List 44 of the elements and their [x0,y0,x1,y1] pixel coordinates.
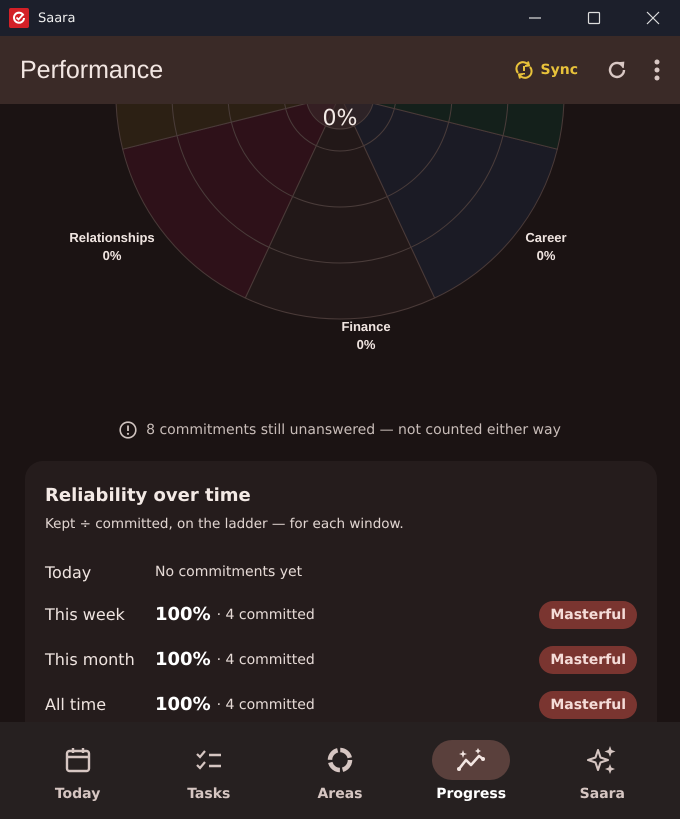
calendar-icon [64,746,92,774]
area-name: Finance [341,319,391,334]
committed-count: · 4 committed [216,696,315,712]
more-options-icon[interactable] [654,59,660,81]
trend-sparkle-icon [456,747,486,773]
area-name: Career [525,230,567,245]
close-icon[interactable] [646,11,660,25]
alert-icon [119,421,138,439]
sparkles-icon [587,745,618,775]
area-percent: 0% [356,337,376,352]
empty-text: No commitments yet [155,564,302,580]
percent-value: 100% [155,604,211,625]
area-percent: 0% [536,248,556,263]
refresh-icon[interactable] [606,59,628,81]
card-subtitle: Kept ÷ committed, on the ladder — for each window. [45,516,405,532]
nav-tab[interactable]: Saara [547,740,658,803]
percent-value: 100% [155,649,211,670]
area-name: Relationships [69,230,155,245]
period-label: This month [45,650,136,669]
committed-count: · 4 committed [216,606,315,622]
nav-tab[interactable]: Today [22,740,133,803]
app-logo-icon [9,8,29,28]
sync-icon [514,61,534,79]
rating-badge: Masterful [539,600,637,628]
chart-center-value: 0% [322,108,358,130]
card-title: Reliability over time [45,485,252,506]
percent-value: 100% [155,694,211,715]
rating-badge: Masterful [539,646,637,674]
committed-count: · 4 committed [216,652,315,668]
chart-hub [306,104,374,130]
page-title: Performance [20,56,164,84]
area-percent: 0% [102,248,122,263]
ring-icon [326,746,354,774]
nav-tab[interactable]: Areas [284,740,395,803]
period-label: This week [45,605,126,624]
rating-badge: Masterful [539,690,637,718]
nav-tab[interactable]: Tasks [154,740,264,803]
nav-tab[interactable]: Progress [416,740,526,803]
window-title: Saara [38,10,76,26]
maximize-icon[interactable] [587,11,601,25]
period-label: All time [45,695,108,714]
sync-button[interactable]: Sync [512,57,580,83]
period-label: Today [45,562,92,582]
notice-text: 8 commitments still unanswered — not counted either way [146,422,561,438]
